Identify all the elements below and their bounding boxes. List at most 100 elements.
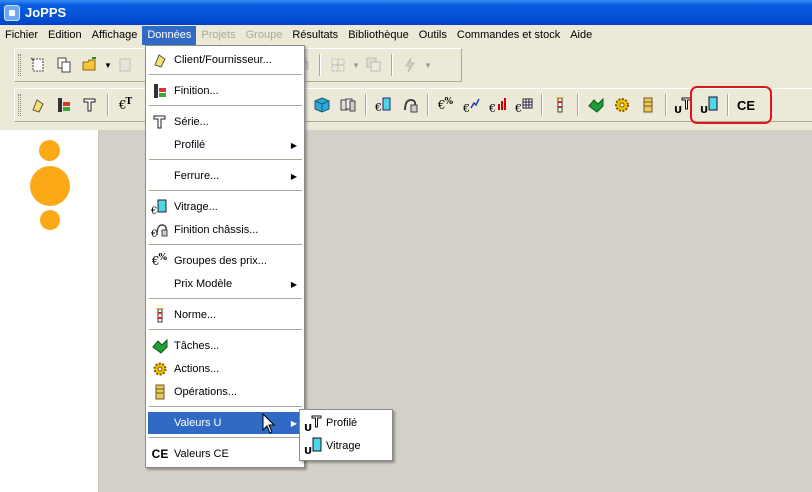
submenu-arrow-icon: ▶ (290, 279, 297, 289)
menu-item-taches[interactable]: Tâches... (148, 335, 303, 357)
menu-item-prix-modele[interactable]: Prix Modèle ▶ (148, 273, 303, 295)
menu-item-valeurs-u[interactable]: Valeurs U ▶ (148, 412, 303, 434)
mouse-cursor-icon (262, 413, 276, 434)
menu-commandes-stock[interactable]: Commandes et stock (452, 26, 565, 45)
menu-fichier[interactable]: Fichier (0, 26, 43, 45)
taches-tool-icon[interactable] (583, 92, 609, 118)
submenu-item-vitrage[interactable]: U Vitrage (302, 435, 391, 457)
euro-serie-icon[interactable]: €T (113, 92, 139, 118)
copy-icon[interactable] (51, 52, 77, 78)
menu-item-finition[interactable]: Finition... (148, 80, 303, 102)
gear-icon (148, 358, 172, 380)
toolbar-grip[interactable] (18, 54, 21, 76)
layers-icon[interactable] (361, 52, 387, 78)
svg-text:€: € (375, 101, 382, 114)
euro-bars-icon[interactable]: € (485, 92, 511, 118)
menu-bibliotheque[interactable]: Bibliothèque (343, 26, 414, 45)
left-panel (0, 130, 99, 492)
toolbar-separator (665, 94, 667, 116)
menu-donnees[interactable]: Données (142, 26, 197, 45)
logo-dot-middle (30, 166, 70, 206)
serie-tool-icon[interactable] (77, 92, 103, 118)
menu-groupe[interactable]: Groupe (241, 26, 288, 45)
menu-item-groupes-prix[interactable]: €% Groupes des prix... (148, 250, 303, 272)
menu-bar: Fichier Edition Affichage Données Projet… (0, 25, 812, 46)
menu-item-vitrage[interactable]: € Vitrage... (148, 196, 303, 218)
menu-item-profile[interactable]: Profilé ▶ (148, 134, 303, 156)
finition-tool-icon[interactable] (51, 92, 77, 118)
menu-separator (149, 437, 302, 438)
menu-item-ferrure[interactable]: Ferrure... ▶ (148, 165, 303, 187)
menu-separator (149, 298, 302, 299)
menu-resultats[interactable]: Résultats (287, 26, 343, 45)
submenu-item-profile[interactable]: U Profilé (302, 412, 391, 434)
operations-tool-icon[interactable] (635, 92, 661, 118)
client-icon (148, 49, 172, 71)
toolbar-separator (427, 94, 429, 116)
hardware-icon[interactable] (397, 92, 423, 118)
menu-outils[interactable]: Outils (414, 26, 452, 45)
svg-text:€: € (463, 102, 470, 114)
euro-percent-icon[interactable]: €% (433, 92, 459, 118)
open-dropdown-icon[interactable]: ▼ (103, 61, 113, 70)
new-document-icon[interactable] (25, 52, 51, 78)
donnees-menu: Client/Fournisseur... Finition... Série.… (145, 45, 305, 468)
frames-icon[interactable] (335, 92, 361, 118)
svg-text:€: € (489, 102, 496, 114)
menu-item-norme[interactable]: Norme... (148, 304, 303, 326)
app-icon (4, 4, 20, 21)
lightning-icon[interactable] (397, 52, 423, 78)
toolbar-grip[interactable] (18, 94, 21, 116)
grid-dropdown-icon[interactable]: ▼ (351, 61, 361, 70)
menu-edition[interactable]: Edition (43, 26, 87, 45)
u-glass-icon: U (302, 436, 326, 456)
actions-gear-icon[interactable] (609, 92, 635, 118)
svg-text:U: U (304, 446, 312, 456)
finition-chassis-icon: € (148, 219, 172, 241)
menu-item-valeurs-ce[interactable]: CE Valeurs CE (148, 443, 303, 465)
cube-icon[interactable] (309, 92, 335, 118)
toolbar-separator (365, 94, 367, 116)
euro-table-icon[interactable]: € (511, 92, 537, 118)
menu-item-finition-chassis[interactable]: € Finition châssis... (148, 219, 303, 241)
euro-glass-icon[interactable]: € (371, 92, 397, 118)
client-tool-icon[interactable] (25, 92, 51, 118)
norme-icon (148, 304, 172, 326)
u-profile-icon: U (302, 413, 326, 433)
toolbar-separator (319, 54, 321, 76)
highlight-outline (690, 86, 772, 124)
menu-affichage[interactable]: Affichage (87, 26, 143, 45)
finition-icon (148, 80, 172, 102)
valeurs-u-submenu: U Profilé U Vitrage (299, 409, 393, 461)
toolbar-separator (577, 94, 579, 116)
menu-item-actions[interactable]: Actions... (148, 358, 303, 380)
menu-item-operations[interactable]: Opérations... (148, 381, 303, 403)
menu-separator (149, 406, 302, 407)
submenu-arrow-icon: ▶ (290, 140, 297, 150)
grid-tool-icon[interactable] (325, 52, 351, 78)
svg-text:€: € (515, 102, 522, 114)
operations-icon (148, 381, 172, 403)
title-bar: JoPPS (0, 0, 812, 25)
open-folder-icon[interactable] (77, 52, 103, 78)
euro-graph-icon[interactable]: € (459, 92, 485, 118)
price-group-icon: €% (151, 253, 168, 268)
menu-separator (149, 329, 302, 330)
disabled-tool-icon[interactable] (113, 52, 139, 78)
lightning-dropdown-icon[interactable]: ▼ (423, 61, 433, 70)
vitrage-icon: € (148, 196, 172, 218)
norme-tool-icon[interactable] (547, 92, 573, 118)
menu-item-client-fournisseur[interactable]: Client/Fournisseur... (148, 49, 303, 71)
svg-text:€: € (151, 206, 157, 215)
menu-item-serie[interactable]: Série... (148, 111, 303, 133)
menu-separator (149, 244, 302, 245)
svg-text:U: U (304, 423, 312, 433)
toolbar-separator (391, 54, 393, 76)
toolbar-separator (541, 94, 543, 116)
menu-separator (149, 105, 302, 106)
menu-aide[interactable]: Aide (565, 26, 597, 45)
taches-icon (148, 335, 172, 357)
menu-projets[interactable]: Projets (196, 26, 240, 45)
toolbar-separator (107, 94, 109, 116)
submenu-arrow-icon: ▶ (290, 418, 297, 428)
